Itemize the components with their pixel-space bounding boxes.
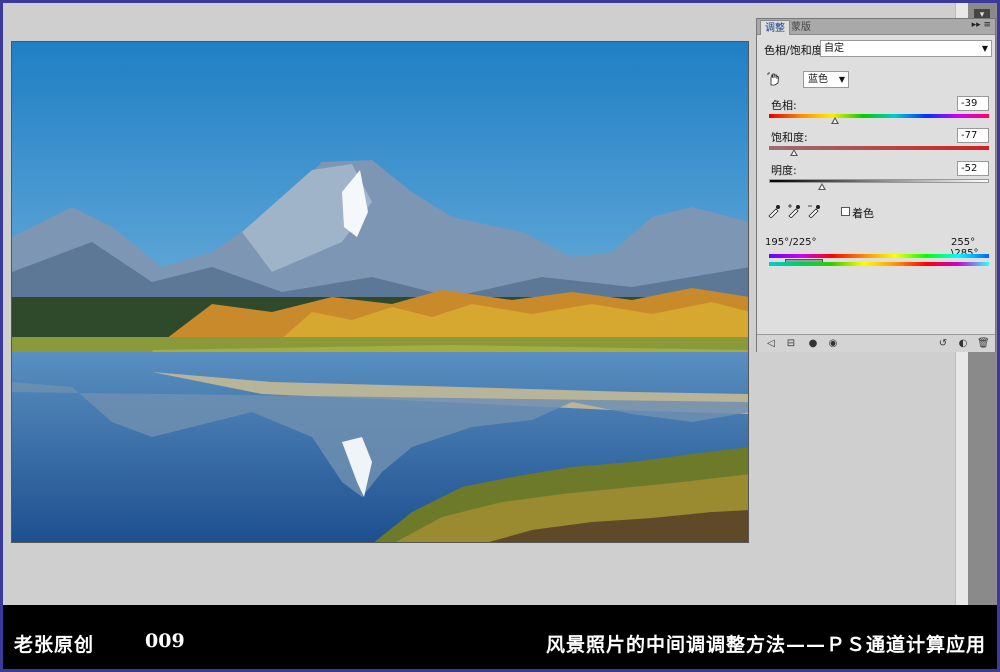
preset-value: 自定 — [824, 43, 844, 54]
landscape-photo — [11, 41, 749, 543]
colorize-checkbox[interactable] — [841, 207, 850, 216]
saturation-slider-track[interactable] — [769, 146, 989, 150]
photoshop-workspace: ▾ 调整 蒙版 ▸▸ ≡ 色相/饱和度 自定 ▼ 蓝色 ▼ 色相: -39 饱和… — [3, 3, 997, 605]
previous-state-icon[interactable]: ↺ — [937, 338, 949, 349]
panel-tab-bar: 调整 蒙版 ▸▸ ≡ — [757, 19, 995, 35]
lightness-slider-thumb[interactable] — [817, 183, 826, 190]
preset-dropdown[interactable]: 自定 ▼ — [820, 40, 992, 57]
eyedropper-icon[interactable] — [767, 204, 781, 218]
colorize-label: 着色 — [852, 207, 874, 220]
range-left-degrees: 195°/225° — [765, 237, 817, 248]
reset-icon[interactable]: ◐ — [957, 338, 969, 349]
saturation-label: 饱和度: — [771, 131, 808, 144]
author-caption: 老张原创 — [14, 634, 95, 656]
clip-to-layer-icon[interactable]: ● — [807, 338, 819, 349]
trash-icon[interactable]: 🗑 — [977, 338, 990, 349]
back-icon[interactable]: ◁ — [765, 338, 777, 349]
tab-masks[interactable]: 蒙版 — [787, 20, 815, 35]
targeted-adjust-hand-icon[interactable] — [767, 72, 781, 86]
panel-menu-icon[interactable]: ▸▸ ≡ — [972, 20, 991, 30]
tab-adjustments[interactable]: 调整 — [760, 20, 790, 35]
lesson-number: 009 — [145, 630, 185, 652]
input-spectrum-bar — [769, 254, 989, 258]
output-spectrum-bar — [769, 262, 989, 266]
panel-bottom-toolbar: ◁ ⊟ ● ◉ ↺ ◐ 🗑 — [757, 334, 995, 352]
hue-slider-track[interactable] — [769, 114, 989, 118]
hue-value-field[interactable]: -39 — [957, 96, 989, 111]
chevron-down-icon: ▼ — [838, 75, 845, 84]
chevron-down-icon: ▼ — [981, 44, 988, 53]
lightness-value-field[interactable]: -52 — [957, 161, 989, 176]
expanded-view-icon[interactable]: ⊟ — [785, 338, 797, 349]
saturation-value-field[interactable]: -77 — [957, 128, 989, 143]
eyedropper-subtract-icon[interactable] — [807, 204, 821, 218]
channel-value: 蓝色 — [808, 74, 828, 85]
saturation-slider-thumb[interactable] — [790, 149, 799, 156]
eyedropper-add-icon[interactable] — [787, 204, 801, 218]
visibility-eye-icon[interactable]: ◉ — [827, 338, 839, 349]
adjustment-type-label: 色相/饱和度 — [764, 44, 823, 57]
lightness-slider-track[interactable] — [769, 179, 989, 183]
channel-dropdown[interactable]: 蓝色 ▼ — [803, 71, 849, 88]
lightness-label: 明度: — [771, 164, 797, 177]
lesson-title: 风景照片的中间调调整方法——ＰＳ通道计算应用 — [545, 634, 986, 656]
hue-label: 色相: — [771, 99, 797, 112]
adjustments-panel: 调整 蒙版 ▸▸ ≡ 色相/饱和度 自定 ▼ 蓝色 ▼ 色相: -39 饱和度:… — [756, 18, 996, 352]
hue-slider-thumb[interactable] — [831, 117, 839, 124]
